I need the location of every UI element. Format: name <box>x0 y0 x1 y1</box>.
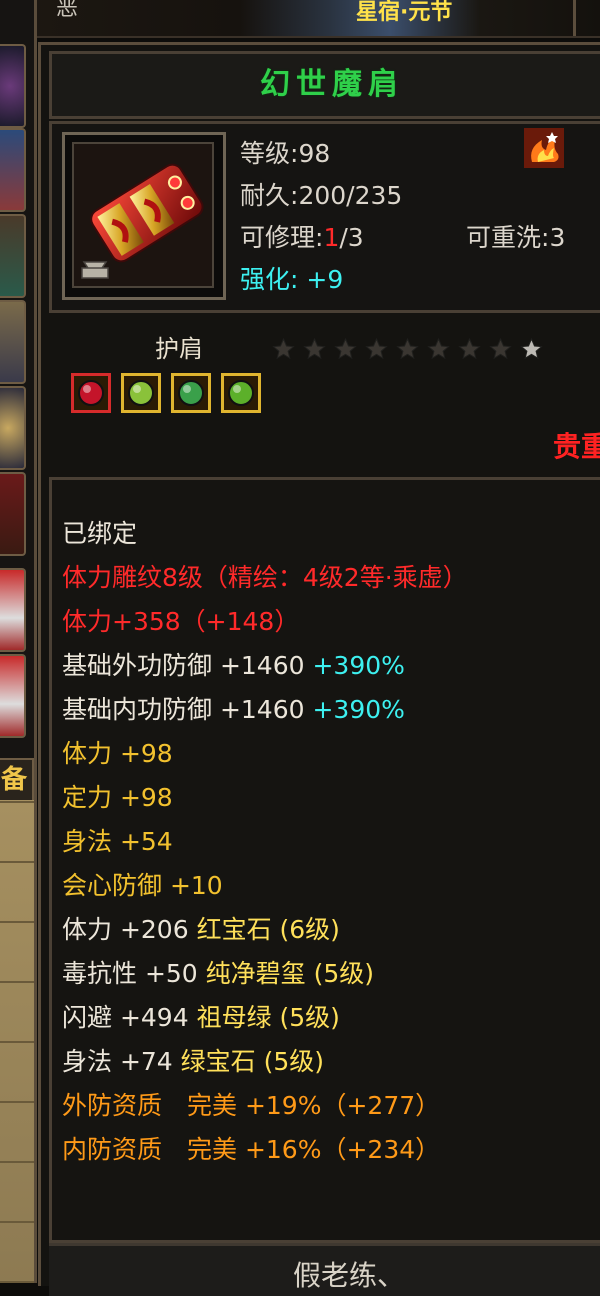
gem-line-4-stat: 身法 +74 <box>62 1047 173 1076</box>
repair-used: 1 <box>323 223 340 252</box>
stamina-main-line: 体力+358（+148） <box>62 607 300 636</box>
top-strip: 恶 星宿·元节 <box>0 0 600 38</box>
valuable-label: 贵重 <box>553 430 600 463</box>
level-label: 等级: <box>240 139 299 168</box>
rewash-row: 可重洗:3 <box>466 218 565 254</box>
item-info-box: 等级:98 耐久:200/235 可修理:1/3 可重洗:3 强化: +9 <box>49 121 600 313</box>
ext-defense-label: 基础外功防御 +1460 <box>62 651 305 680</box>
title-bar: 幻世魔肩 <box>49 51 600 119</box>
brick-background <box>0 800 34 1283</box>
level-row: 等级:98 <box>240 134 330 170</box>
int-defense-label: 基础内功防御 +1460 <box>62 695 305 724</box>
equip-slot-6[interactable] <box>0 472 26 556</box>
repair-total: /3 <box>339 223 364 252</box>
equip-slot-5[interactable] <box>0 386 26 470</box>
type-area: 护肩 贵重 <box>49 313 600 473</box>
ext-quality-line: 外防资质 完美 +19%（+277） <box>62 1091 441 1120</box>
gem-line-2-stat: 毒抗性 +50 <box>62 959 198 988</box>
star-filled-icon <box>489 337 512 360</box>
shoulder-armor-icon <box>74 144 212 286</box>
gem-line-3-name: 祖母绿 (5级) <box>196 1003 340 1032</box>
top-frame <box>573 0 600 36</box>
top-left-text: 恶 <box>56 0 79 21</box>
level-value: 98 <box>298 139 331 168</box>
star-filled-icon <box>303 337 326 360</box>
durability-value: 200/235 <box>298 181 403 210</box>
repair-label: 可修理: <box>240 223 324 252</box>
item-tooltip-panel: 幻世魔肩 等级:98 耐久:200/235 可修理:1/3 可重洗:3 强化: … <box>38 42 600 1296</box>
gem-line-4: 身法 +74 绿宝石 (5级) <box>62 1042 324 1078</box>
item-type: 护肩 <box>155 335 203 363</box>
ext-defense-line: 基础外功防御 +1460 +390% <box>62 646 405 682</box>
star-filled-icon <box>365 337 388 360</box>
green-gem-icon[interactable] <box>121 373 161 413</box>
star-filled-icon <box>427 337 450 360</box>
gem-line-2: 毒抗性 +50 纯净碧玺 (5级) <box>62 954 374 990</box>
shoulder-item-icon <box>72 142 214 288</box>
equip-slot-2[interactable] <box>0 128 26 212</box>
equip-slot-1[interactable] <box>0 44 26 128</box>
enhance-label: 强化: <box>240 265 299 294</box>
int-defense-line: 基础内功防御 +1460 +390% <box>62 690 405 726</box>
red-gem-icon[interactable] <box>71 373 111 413</box>
equip-slot-3[interactable] <box>0 214 26 298</box>
bottom-bar: 假老练、 <box>49 1243 600 1296</box>
equip-slot-8[interactable] <box>0 654 26 738</box>
durability-row: 耐久:200/235 <box>240 176 402 212</box>
int-quality-line: 内防资质 完美 +16%（+234） <box>62 1135 441 1164</box>
rewash-label: 可重洗: <box>466 223 550 252</box>
star-filled-icon <box>334 337 357 360</box>
star-filled-icon <box>458 337 481 360</box>
durability-label: 耐久: <box>240 181 299 210</box>
star-rating <box>271 337 550 365</box>
gem-line-2-name: 纯净碧玺 (5级) <box>205 959 375 988</box>
star-filled-icon <box>396 337 419 360</box>
emerald-gem-icon[interactable] <box>221 373 261 413</box>
enhance-row: 强化: +9 <box>240 260 343 296</box>
star-empty-icon <box>520 337 543 360</box>
gem-line-1: 体力 +206 红宝石 (6级) <box>62 910 340 946</box>
top-right-text: 星宿·元节 <box>356 0 453 25</box>
gem-line-1-name: 红宝石 (6级) <box>196 915 340 944</box>
star-filled-icon <box>272 337 295 360</box>
int-defense-percent: +390% <box>312 695 405 724</box>
bonus-stamina: 体力 +98 <box>62 739 173 768</box>
repair-row: 可修理:1/3 <box>240 218 364 254</box>
ext-defense-percent: +390% <box>312 651 405 680</box>
equipment-sidebar: 备 <box>0 0 37 1283</box>
bonus-crit-defense: 会心防御 +10 <box>62 871 223 900</box>
gem-line-1-stat: 体力 +206 <box>62 915 189 944</box>
equipment-tab[interactable]: 备 <box>0 758 34 802</box>
item-icon-frame[interactable] <box>62 132 226 300</box>
equip-slot-7[interactable] <box>0 568 26 652</box>
jade-gem-icon[interactable] <box>171 373 211 413</box>
item-name: 幻世魔肩 <box>260 67 404 102</box>
rewash-value: 3 <box>549 223 566 252</box>
equip-slot-4[interactable] <box>0 300 26 384</box>
enhance-value: +9 <box>306 265 344 294</box>
gem-line-4-name: 绿宝石 (5级) <box>180 1047 325 1076</box>
engrave-line: 体力雕纹8级（精绘：4级2等·乘虚） <box>62 563 468 592</box>
attribute-box: 已绑定 体力雕纹8级（精绘：4级2等·乘虚） 体力+358（+148） 基础外功… <box>49 477 600 1243</box>
bottom-text: 假老练、 <box>293 1259 406 1292</box>
bound-status: 已绑定 <box>62 519 138 548</box>
bonus-agility: 身法 +54 <box>62 827 173 856</box>
bonus-focus: 定力 +98 <box>62 783 173 812</box>
flame-icon <box>524 128 564 168</box>
gem-line-3-stat: 闪避 +494 <box>62 1003 189 1032</box>
gem-line-3: 闪避 +494 祖母绿 (5级) <box>62 998 340 1034</box>
